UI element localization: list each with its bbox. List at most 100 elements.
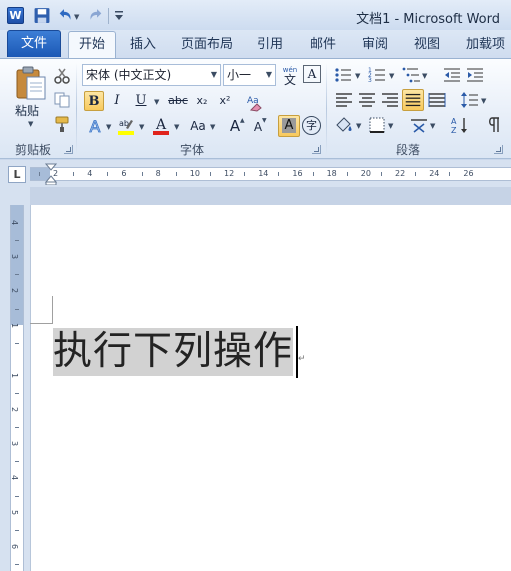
strikethrough-button[interactable]: abc bbox=[166, 91, 190, 111]
change-case-button[interactable]: Aa bbox=[186, 116, 210, 136]
vertical-ruler-tick bbox=[15, 495, 19, 497]
group-separator bbox=[326, 63, 327, 155]
paste-button-label[interactable]: 粘贴 bbox=[15, 102, 39, 119]
numbering-icon[interactable]: 123 bbox=[367, 65, 387, 85]
tab-home[interactable]: 开始 bbox=[68, 31, 116, 59]
paste-dropdown-icon[interactable]: ▼ bbox=[28, 120, 33, 128]
decrease-indent-icon[interactable] bbox=[442, 65, 462, 85]
clipboard-group-label: 剪贴板 bbox=[14, 143, 51, 157]
cut-icon[interactable] bbox=[53, 67, 71, 85]
tab-mailings[interactable]: 邮件 bbox=[304, 34, 342, 59]
subscript-button[interactable]: x₂ bbox=[192, 91, 212, 111]
ruler-number: 22 bbox=[395, 169, 406, 178]
bullets-dropdown-icon[interactable]: ▼ bbox=[355, 72, 360, 80]
group-separator bbox=[76, 63, 77, 155]
highlight-color-icon[interactable]: ab bbox=[116, 116, 136, 136]
ruler-tick bbox=[141, 172, 143, 176]
font-size-dropdown-icon[interactable]: ▼ bbox=[266, 65, 272, 85]
align-right-icon[interactable] bbox=[380, 90, 400, 110]
grow-font-arrow-icon: ▲ bbox=[240, 117, 245, 124]
indent-marker-icon[interactable] bbox=[44, 163, 58, 186]
distributed-icon[interactable] bbox=[427, 90, 447, 110]
enclose-characters-button[interactable]: 字 bbox=[302, 116, 321, 135]
tab-references[interactable]: 引用 bbox=[252, 34, 288, 59]
vertical-ruler-tick bbox=[15, 529, 19, 531]
tab-page-layout[interactable]: 页面布局 bbox=[176, 34, 238, 59]
clipboard-launcher-icon[interactable] bbox=[64, 145, 73, 154]
vertical-ruler-number: 1 bbox=[10, 372, 20, 378]
multilevel-dropdown-icon[interactable]: ▼ bbox=[422, 72, 427, 80]
ruler-tick bbox=[278, 172, 280, 176]
chinese-layout-dropdown-icon[interactable]: ▼ bbox=[430, 122, 435, 130]
borders-dropdown-icon[interactable]: ▼ bbox=[388, 122, 393, 130]
word-logo-icon[interactable]: W bbox=[7, 7, 24, 24]
svg-text:3: 3 bbox=[368, 77, 372, 84]
highlight-dropdown-icon[interactable]: ▼ bbox=[139, 123, 144, 131]
tab-review[interactable]: 审阅 bbox=[357, 34, 393, 59]
tab-file[interactable]: 文件 bbox=[7, 30, 61, 57]
align-left-icon[interactable] bbox=[334, 90, 354, 110]
tab-view[interactable]: 视图 bbox=[408, 34, 446, 59]
font-launcher-icon[interactable] bbox=[312, 145, 321, 154]
vertical-ruler-tick bbox=[15, 274, 19, 276]
character-border-button[interactable]: A bbox=[303, 65, 321, 83]
clear-formatting-icon[interactable]: Aa bbox=[245, 92, 265, 112]
customize-quick-access-icon[interactable] bbox=[113, 9, 125, 22]
line-spacing-icon[interactable] bbox=[460, 90, 480, 110]
undo-dropdown-icon[interactable]: ▼ bbox=[74, 13, 79, 21]
italic-button[interactable]: I bbox=[107, 91, 127, 111]
line-spacing-dropdown-icon[interactable]: ▼ bbox=[481, 97, 486, 105]
tab-selector-button[interactable]: L bbox=[8, 166, 26, 183]
multilevel-list-icon[interactable] bbox=[401, 65, 421, 85]
justify-icon[interactable] bbox=[402, 89, 424, 111]
window-title: 文档1 - Microsoft Word bbox=[356, 12, 500, 27]
ruler-tick bbox=[244, 172, 246, 176]
font-name-combo[interactable]: 宋体 (中文正文) ▼ bbox=[82, 64, 221, 86]
paste-icon[interactable] bbox=[14, 65, 48, 101]
format-painter-icon[interactable] bbox=[53, 115, 71, 133]
superscript-button[interactable]: x² bbox=[215, 91, 235, 111]
vertical-ruler-number: 2 bbox=[10, 406, 20, 413]
text-effects-icon[interactable]: A bbox=[85, 116, 105, 137]
ruler-number: 16 bbox=[292, 169, 303, 178]
sort-icon[interactable]: AZ bbox=[450, 115, 470, 135]
underline-button[interactable]: U bbox=[131, 91, 151, 111]
underline-dropdown-icon[interactable]: ▼ bbox=[154, 98, 159, 106]
tab-insert[interactable]: 插入 bbox=[124, 34, 162, 59]
save-icon[interactable] bbox=[33, 7, 51, 24]
character-shading-button[interactable]: A bbox=[278, 115, 300, 137]
bullets-icon[interactable] bbox=[333, 65, 353, 85]
vertical-ruler-tick bbox=[15, 427, 19, 429]
increase-indent-icon[interactable] bbox=[465, 65, 485, 85]
document-page[interactable] bbox=[30, 205, 511, 571]
horizontal-ruler[interactable]: 2 4 6 8 10 12 14 16 18 20 22 24 26 bbox=[30, 167, 511, 181]
undo-icon[interactable] bbox=[56, 7, 74, 24]
ruler-tick bbox=[346, 172, 348, 176]
ruler-tick bbox=[449, 172, 451, 176]
chinese-layout-icon[interactable] bbox=[409, 115, 429, 135]
vertical-ruler-tick bbox=[15, 392, 19, 394]
ruler-tick bbox=[38, 172, 40, 176]
font-size-combo[interactable]: 小一 ▼ bbox=[223, 64, 276, 86]
font-color-dropdown-icon[interactable]: ▼ bbox=[174, 123, 179, 131]
copy-icon[interactable] bbox=[53, 91, 71, 109]
numbering-dropdown-icon[interactable]: ▼ bbox=[389, 72, 394, 80]
shading-icon[interactable] bbox=[334, 115, 354, 135]
change-case-dropdown-icon[interactable]: ▼ bbox=[210, 123, 215, 131]
font-name-dropdown-icon[interactable]: ▼ bbox=[211, 65, 217, 85]
document-text-selected[interactable]: 执行下列操作 bbox=[53, 328, 294, 376]
show-paragraph-marks-icon[interactable] bbox=[484, 115, 504, 135]
borders-icon[interactable] bbox=[367, 115, 387, 135]
shading-dropdown-icon[interactable]: ▼ bbox=[356, 122, 361, 130]
font-color-icon[interactable]: A bbox=[151, 116, 171, 136]
align-center-icon[interactable] bbox=[357, 90, 377, 110]
bold-button[interactable]: B bbox=[84, 91, 104, 111]
tab-addins[interactable]: 加载项 bbox=[460, 34, 511, 59]
redo-icon[interactable] bbox=[87, 7, 105, 24]
font-size-value: 小一 bbox=[227, 68, 252, 82]
vertical-ruler[interactable]: 4 3 2 1 1 2 3 4 5 6 bbox=[10, 205, 24, 571]
ruler-number: 20 bbox=[360, 169, 371, 178]
phonetic-guide-icon[interactable]: wén 文 bbox=[280, 64, 300, 87]
paragraph-launcher-icon[interactable] bbox=[494, 145, 503, 154]
text-effects-dropdown-icon[interactable]: ▼ bbox=[106, 123, 111, 131]
